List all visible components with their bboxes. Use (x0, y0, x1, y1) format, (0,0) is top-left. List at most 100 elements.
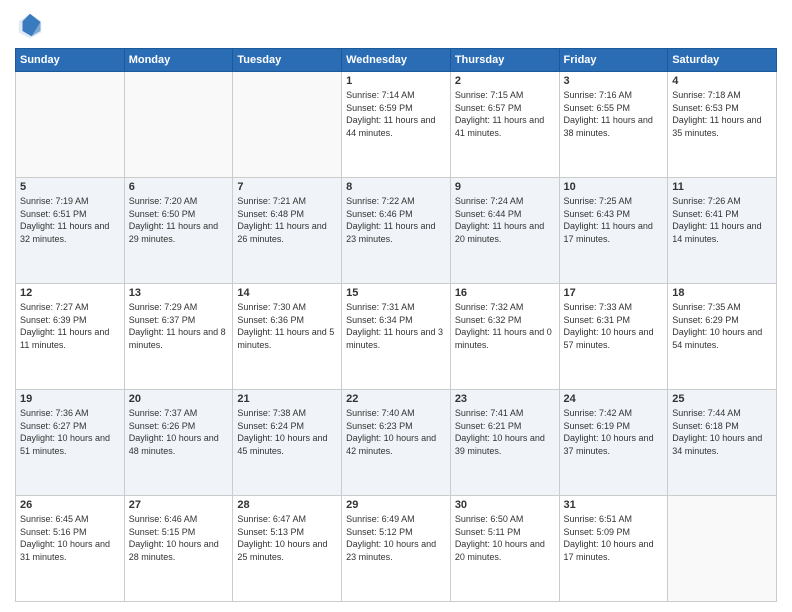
table-row: 16Sunrise: 7:32 AM Sunset: 6:32 PM Dayli… (450, 284, 559, 390)
header-tuesday: Tuesday (233, 49, 342, 72)
logo-icon (15, 10, 45, 40)
day-info: Sunrise: 7:20 AM Sunset: 6:50 PM Dayligh… (129, 195, 229, 245)
day-info: Sunrise: 7:22 AM Sunset: 6:46 PM Dayligh… (346, 195, 446, 245)
day-number: 7 (237, 181, 337, 193)
table-row: 22 Sunrise: 7:40 AM Sunset: 6:23 PM Dayli… (342, 390, 451, 496)
header-sunday: Sunday (16, 49, 125, 72)
day-number: 22 (346, 393, 446, 405)
day-number: 18 (672, 287, 772, 299)
day-info: Sunrise: 6:51 AM Sunset: 5:09 PM Dayligh… (564, 513, 664, 563)
table-row: 19Sunrise: 7:36 AM Sunset: 6:27 PM Dayli… (16, 390, 125, 496)
day-info: Sunrise: 7:33 AM Sunset: 6:31 PM Dayligh… (564, 301, 664, 351)
day-info: Sunrise: 7:29 AM Sunset: 6:37 PM Dayligh… (129, 301, 229, 351)
calendar-header-row: Sunday Monday Tuesday Wednesday Thursday… (16, 49, 777, 72)
day-number: 9 (455, 181, 555, 193)
day-number: 23 (455, 393, 555, 405)
day-number: 15 (346, 287, 446, 299)
day-info: Sunrise: 7:37 AM Sunset: 6:26 PM Dayligh… (129, 407, 229, 457)
header-saturday: Saturday (668, 49, 777, 72)
day-number: 8 (346, 181, 446, 193)
table-row: 31 Sunrise: 6:51 AM Sunset: 5:09 PM Dayli… (559, 496, 668, 602)
header (15, 10, 777, 40)
table-row: 5 Sunrise: 7:19 AM Sunset: 6:51 PM Daylig… (16, 178, 125, 284)
day-number: 1 (346, 75, 446, 87)
day-number: 14 (237, 287, 337, 299)
table-row (233, 72, 342, 178)
table-row: 6 Sunrise: 7:20 AM Sunset: 6:50 PM Daylig… (124, 178, 233, 284)
table-row (124, 72, 233, 178)
day-number: 31 (564, 499, 664, 511)
day-info: Sunrise: 7:30 AM Sunset: 6:36 PM Dayligh… (237, 301, 337, 351)
table-row: 12 Sunrise: 7:27 AM Sunset: 6:39 PM Dayli… (16, 284, 125, 390)
table-row: 21 Sunrise: 7:38 AM Sunset: 6:24 PM Dayli… (233, 390, 342, 496)
day-info: Sunrise: 7:41 AM Sunset: 6:21 PM Dayligh… (455, 407, 555, 457)
day-info: Sunrise: 7:31 AM Sunset: 6:34 PM Dayligh… (346, 301, 446, 351)
day-info: Sunrise: 7:14 AM Sunset: 6:59 PM Dayligh… (346, 89, 446, 139)
table-row: 3 Sunrise: 7:16 AM Sunset: 6:55 PM Daylig… (559, 72, 668, 178)
table-row: 25 Sunrise: 7:44 AM Sunset: 6:18 PM Dayli… (668, 390, 777, 496)
day-info: Sunrise: 7:16 AM Sunset: 6:55 PM Dayligh… (564, 89, 664, 139)
calendar-table: Sunday Monday Tuesday Wednesday Thursday… (15, 48, 777, 602)
day-number: 10 (564, 181, 664, 193)
logo (15, 10, 49, 40)
day-number: 12 (20, 287, 120, 299)
table-row: 1 Sunrise: 7:14 AM Sunset: 6:59 PM Daylig… (342, 72, 451, 178)
day-info: Sunrise: 7:18 AM Sunset: 6:53 PM Dayligh… (672, 89, 772, 139)
page: Sunday Monday Tuesday Wednesday Thursday… (0, 0, 792, 612)
day-number: 29 (346, 499, 446, 511)
day-number: 30 (455, 499, 555, 511)
table-row: 20 Sunrise: 7:37 AM Sunset: 6:26 PM Dayli… (124, 390, 233, 496)
day-info: Sunrise: 7:35 AM Sunset: 6:29 PM Dayligh… (672, 301, 772, 351)
day-number: 4 (672, 75, 772, 87)
day-number: 6 (129, 181, 229, 193)
day-number: 13 (129, 287, 229, 299)
table-row: 15 Sunrise: 7:31 AM Sunset: 6:34 PM Dayli… (342, 284, 451, 390)
day-info: Sunrise: 6:45 AM Sunset: 5:16 PM Dayligh… (20, 513, 120, 563)
day-info: Sunrise: 7:44 AM Sunset: 6:18 PM Dayligh… (672, 407, 772, 457)
day-info: Sunrise: 7:38 AM Sunset: 6:24 PM Dayligh… (237, 407, 337, 457)
table-row: 14 Sunrise: 7:30 AM Sunset: 6:36 PM Dayli… (233, 284, 342, 390)
table-row: 8 Sunrise: 7:22 AM Sunset: 6:46 PM Daylig… (342, 178, 451, 284)
day-number: 20 (129, 393, 229, 405)
day-number: 11 (672, 181, 772, 193)
day-number: 3 (564, 75, 664, 87)
header-friday: Friday (559, 49, 668, 72)
day-info: Sunrise: 7:24 AM Sunset: 6:44 PM Dayligh… (455, 195, 555, 245)
day-info: Sunrise: 7:32 AM Sunset: 6:32 PM Dayligh… (455, 301, 555, 351)
table-row: 18 Sunrise: 7:35 AM Sunset: 6:29 PM Dayli… (668, 284, 777, 390)
day-number: 21 (237, 393, 337, 405)
day-info: Sunrise: 7:42 AM Sunset: 6:19 PM Dayligh… (564, 407, 664, 457)
day-number: 27 (129, 499, 229, 511)
day-info: Sunrise: 7:26 AM Sunset: 6:41 PM Dayligh… (672, 195, 772, 245)
table-row: 2 Sunrise: 7:15 AM Sunset: 6:57 PM Daylig… (450, 72, 559, 178)
day-info: Sunrise: 7:25 AM Sunset: 6:43 PM Dayligh… (564, 195, 664, 245)
table-row: 9 Sunrise: 7:24 AM Sunset: 6:44 PM Daylig… (450, 178, 559, 284)
table-row: 23 Sunrise: 7:41 AM Sunset: 6:21 PM Dayli… (450, 390, 559, 496)
calendar-week-row: 19Sunrise: 7:36 AM Sunset: 6:27 PM Dayli… (16, 390, 777, 496)
table-row (668, 496, 777, 602)
day-info: Sunrise: 6:49 AM Sunset: 5:12 PM Dayligh… (346, 513, 446, 563)
day-number: 28 (237, 499, 337, 511)
header-monday: Monday (124, 49, 233, 72)
day-info: Sunrise: 7:19 AM Sunset: 6:51 PM Dayligh… (20, 195, 120, 245)
day-info: Sunrise: 7:40 AM Sunset: 6:23 PM Dayligh… (346, 407, 446, 457)
table-row: 30Sunrise: 6:50 AM Sunset: 5:11 PM Dayli… (450, 496, 559, 602)
day-info: Sunrise: 7:36 AM Sunset: 6:27 PM Dayligh… (20, 407, 120, 457)
day-number: 5 (20, 181, 120, 193)
calendar-week-row: 26Sunrise: 6:45 AM Sunset: 5:16 PM Dayli… (16, 496, 777, 602)
table-row (16, 72, 125, 178)
day-number: 25 (672, 393, 772, 405)
table-row: 4 Sunrise: 7:18 AM Sunset: 6:53 PM Daylig… (668, 72, 777, 178)
table-row: 29 Sunrise: 6:49 AM Sunset: 5:12 PM Dayli… (342, 496, 451, 602)
day-info: Sunrise: 7:15 AM Sunset: 6:57 PM Dayligh… (455, 89, 555, 139)
day-number: 2 (455, 75, 555, 87)
calendar-week-row: 12 Sunrise: 7:27 AM Sunset: 6:39 PM Dayli… (16, 284, 777, 390)
day-number: 24 (564, 393, 664, 405)
table-row: 17Sunrise: 7:33 AM Sunset: 6:31 PM Dayli… (559, 284, 668, 390)
day-info: Sunrise: 7:27 AM Sunset: 6:39 PM Dayligh… (20, 301, 120, 351)
table-row: 28 Sunrise: 6:47 AM Sunset: 5:13 PM Dayli… (233, 496, 342, 602)
table-row: 27 Sunrise: 6:46 AM Sunset: 5:15 PM Dayli… (124, 496, 233, 602)
day-info: Sunrise: 6:46 AM Sunset: 5:15 PM Dayligh… (129, 513, 229, 563)
table-row: 7Sunrise: 7:21 AM Sunset: 6:48 PM Daylig… (233, 178, 342, 284)
day-info: Sunrise: 6:47 AM Sunset: 5:13 PM Dayligh… (237, 513, 337, 563)
